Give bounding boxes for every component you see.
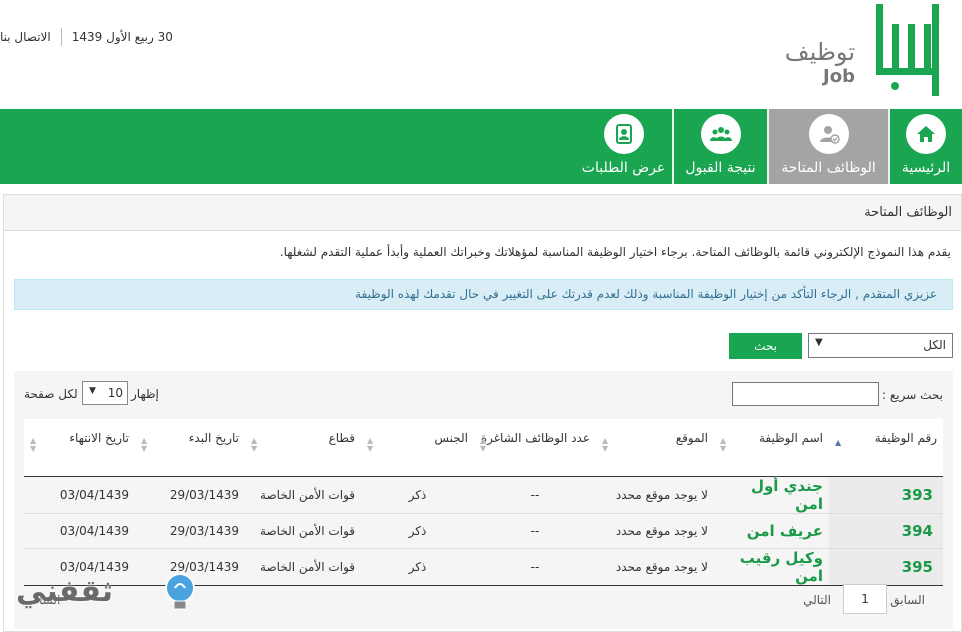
site-logo[interactable]: توظيف Job: [785, 4, 950, 100]
show-label: إظهار: [131, 387, 159, 401]
column-header-vacancies[interactable]: عدد الوظائف الشاغرة ▲ ▼: [474, 419, 596, 477]
intro-text: يقدم هذا النموذج الإلكتروني قائمة بالوظا…: [279, 245, 951, 259]
nav-item-label: الرئيسية: [901, 160, 951, 176]
end-date-cell: 03/04/1439: [24, 513, 135, 549]
column-label: عدد الوظائف الشاغرة: [480, 431, 590, 445]
vacancies-cell: --: [474, 513, 596, 549]
column-label: اسم الوظيفة: [758, 431, 823, 445]
location-cell: لا يوجد موقع محدد: [596, 476, 714, 514]
per-page-label: لكل صفحة: [24, 387, 78, 401]
location-cell: لا يوجد موقع محدد: [596, 513, 714, 549]
job-number-cell[interactable]: 393: [829, 476, 943, 514]
column-header-sector[interactable]: قطاع ▲ ▼: [245, 419, 361, 477]
sort-icon: ▲ ▼: [480, 436, 487, 453]
pagination-next[interactable]: التالي: [803, 593, 831, 607]
column-label: الجنس: [434, 431, 468, 445]
table-header-row: رقم الوظيفة ▲ اسم الوظيفة ▲ ▼ الموقع ▲ ▼ عدد …: [24, 419, 943, 477]
nav-divider: [767, 109, 769, 184]
column-header-job-number[interactable]: رقم الوظيفة ▲: [829, 419, 943, 477]
column-header-job-name[interactable]: اسم الوظيفة ▲ ▼: [714, 419, 829, 477]
home-icon: [906, 114, 946, 154]
vacancies-cell: --: [474, 476, 596, 514]
sort-icon: ▲ ▼: [602, 436, 609, 453]
hijri-date: 30 ربيع الأول 1439: [71, 30, 173, 44]
main-nav: الرئيسية الوظائف المتاحة نتيجة القبول عر…: [0, 109, 962, 184]
sort-icon: ▲ ▼: [251, 436, 258, 453]
logo-text-english: Job: [823, 66, 855, 87]
table-row[interactable]: 393 جندي أول امن لا يوجد موقع محدد -- ذك…: [24, 476, 943, 514]
column-label: قطاع: [328, 431, 355, 445]
quick-search-input[interactable]: [732, 382, 879, 406]
gender-cell: ذكر: [361, 476, 474, 514]
nav-divider: [672, 109, 674, 184]
divider: [60, 28, 62, 46]
page-length-select[interactable]: 10 ▼: [82, 381, 128, 405]
watermark-text: ثقفني: [16, 574, 114, 609]
column-header-start-date[interactable]: تاريخ البدء ▲ ▼: [135, 419, 245, 477]
nav-divider: [888, 109, 890, 184]
start-date-cell: 29/03/1439: [135, 476, 245, 514]
chevron-down-icon: ▼: [815, 337, 823, 348]
pagination-prev[interactable]: السابق: [890, 593, 925, 607]
table-row[interactable]: 394 عريف امن لا يوجد موقع محدد -- ذكر قو…: [24, 513, 943, 549]
column-header-end-date[interactable]: تاريخ الانتهاء ▲ ▼: [24, 419, 135, 477]
nav-item-label: نتيجة القبول: [685, 160, 756, 176]
column-header-location[interactable]: الموقع ▲ ▼: [596, 419, 714, 477]
user-badge-icon: [808, 114, 849, 154]
job-number-cell[interactable]: 395: [829, 548, 943, 586]
warning-alert: عزيزي المتقدم , الرجاء التأكد من إختيار …: [14, 279, 953, 310]
filter-selected-value: الكل: [923, 338, 946, 352]
search-button[interactable]: بحث: [729, 333, 802, 359]
gender-cell: ذكر: [361, 548, 474, 586]
top-links: 30 ربيع الأول 1439 الاتصال بنا: [0, 28, 173, 46]
nav-item-home[interactable]: الرئيسية: [890, 109, 962, 184]
site-watermark: ثقفني: [16, 560, 216, 620]
nav-item-view-requests[interactable]: عرض الطلبات: [575, 109, 672, 184]
lightbulb-icon: [165, 573, 195, 610]
column-header-gender[interactable]: الجنس ▲ ▼: [361, 419, 474, 477]
job-name-link[interactable]: عريف امن: [714, 513, 829, 549]
sort-asc-icon: ▲: [835, 438, 842, 447]
site-header: 30 ربيع الأول 1439 الاتصال بنا توظيف Job: [0, 0, 962, 109]
chevron-down-icon: ▼: [89, 386, 96, 396]
logo-text-arabic: توظيف: [784, 38, 855, 66]
nav-item-available-jobs[interactable]: الوظائف المتاحة: [769, 109, 888, 184]
column-label: رقم الوظيفة: [874, 431, 937, 445]
end-date-cell: 03/04/1439: [24, 476, 135, 514]
contact-link[interactable]: الاتصال بنا: [0, 30, 51, 44]
pagination-page-1[interactable]: 1: [843, 584, 887, 614]
column-label: تاريخ الانتهاء: [69, 431, 129, 445]
panel-title: الوظائف المتاحة: [4, 195, 961, 231]
jadarat-logo-icon: [876, 4, 939, 96]
gender-cell: ذكر: [361, 513, 474, 549]
sector-cell: قوات الأمن الخاصة: [245, 548, 361, 586]
quick-search-label: بحث سريع :: [882, 388, 943, 402]
column-label: تاريخ البدء: [188, 431, 239, 445]
document-user-icon: [603, 114, 644, 154]
sector-cell: قوات الأمن الخاصة: [245, 513, 361, 549]
group-icon: [700, 114, 741, 154]
page-length-value: 10: [107, 386, 123, 400]
nav-item-label: الوظائف المتاحة: [781, 160, 876, 176]
job-name-link[interactable]: جندي أول امن: [714, 476, 829, 514]
nav-item-acceptance-result[interactable]: نتيجة القبول: [674, 109, 767, 184]
vacancies-cell: --: [474, 548, 596, 586]
sector-filter-select[interactable]: الكل ▼: [808, 333, 953, 358]
start-date-cell: 29/03/1439: [135, 513, 245, 549]
sort-icon: ▲ ▼: [141, 436, 148, 453]
nav-item-label: عرض الطلبات: [581, 160, 666, 176]
sort-icon: ▲ ▼: [30, 436, 37, 453]
sort-icon: ▲ ▼: [367, 436, 374, 453]
column-label: الموقع: [675, 431, 708, 445]
sort-icon: ▲ ▼: [720, 436, 727, 453]
job-number-cell[interactable]: 394: [829, 513, 943, 549]
sector-cell: قوات الأمن الخاصة: [245, 476, 361, 514]
location-cell: لا يوجد موقع محدد: [596, 548, 714, 586]
job-name-link[interactable]: وكيل رقيب امن: [714, 548, 829, 586]
